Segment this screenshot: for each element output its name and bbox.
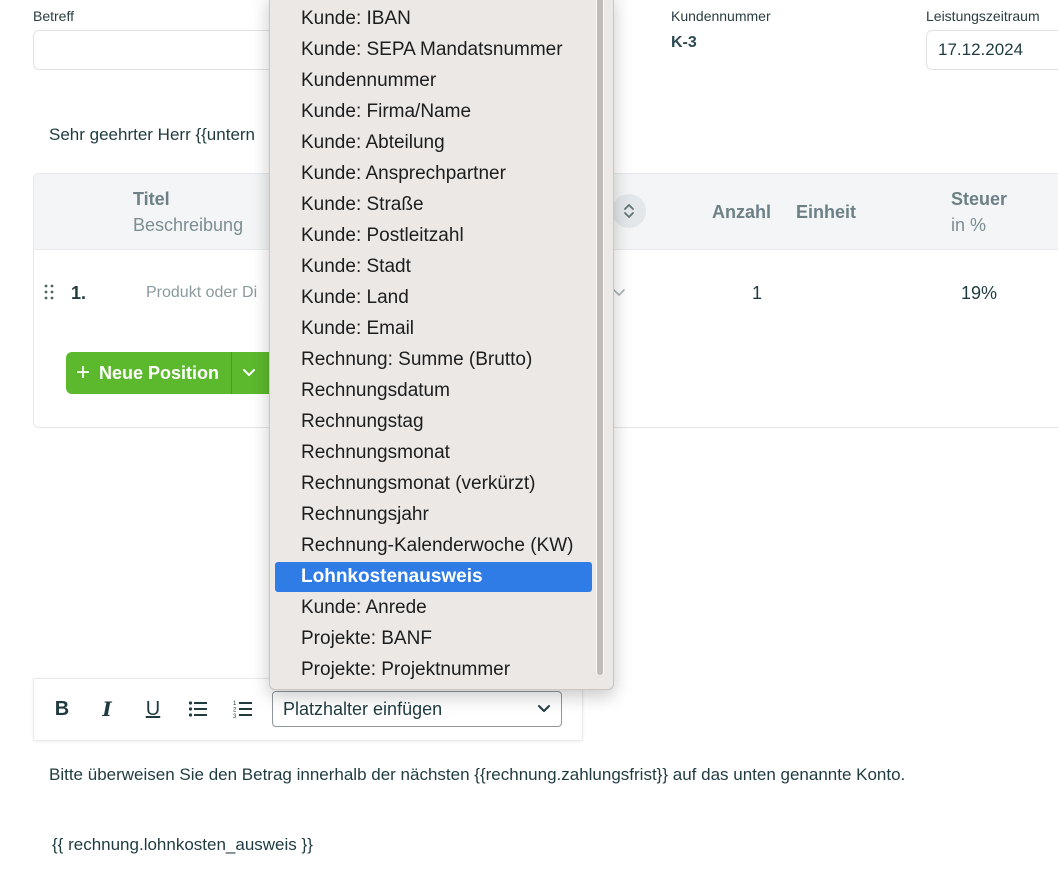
dropdown-option[interactable]: Projekte: BANF bbox=[275, 624, 592, 654]
svg-text:2: 2 bbox=[233, 708, 237, 714]
service-period-label: Leistungszeitraum bbox=[926, 8, 1040, 24]
numbered-list-icon[interactable]: 1 2 3 bbox=[228, 694, 258, 724]
plus-icon: + bbox=[76, 359, 91, 386]
new-position-button-group: + Neue Position bbox=[66, 352, 278, 394]
dropdown-option[interactable]: Kunde: IBAN bbox=[275, 4, 592, 34]
col-tax-unit: in % bbox=[951, 215, 987, 235]
dropdown-scrollbar[interactable] bbox=[596, 0, 604, 675]
dropdown-option[interactable]: Kunde: SEPA Mandatsnummer bbox=[275, 35, 592, 65]
row-number: 1. bbox=[71, 283, 87, 303]
placeholder-select[interactable]: Platzhalter einfügen bbox=[272, 691, 562, 727]
dropdown-option[interactable]: Rechnungsdatum bbox=[275, 376, 592, 406]
dropdown-option[interactable]: Lohnkostenausweis bbox=[275, 562, 592, 592]
dropdown-option[interactable]: Kunde: Straße bbox=[275, 190, 592, 220]
product-chevron-icon[interactable] bbox=[612, 284, 626, 300]
dropdown-option[interactable]: Kunde: Anrede bbox=[275, 593, 592, 623]
quantity-value[interactable]: 1 bbox=[752, 283, 762, 304]
dropdown-option[interactable]: Kunde: Email bbox=[275, 314, 592, 344]
dropdown-option[interactable]: Projekte: Projektnummer bbox=[275, 655, 592, 685]
drag-handle-icon[interactable] bbox=[44, 283, 54, 306]
sort-toggle-button[interactable] bbox=[612, 194, 646, 228]
placeholder-dropdown-list[interactable]: Kunde: IBAN Kunde: SEPA Mandatsnummer Kund… bbox=[269, 0, 614, 690]
customer-number-value: K-3 bbox=[671, 34, 697, 51]
dropdown-option[interactable]: Kunde: Abteilung bbox=[275, 128, 592, 158]
body-text-placeholder-line[interactable]: {{ rechnung.lohnkosten_ausweis }} bbox=[52, 835, 313, 855]
bold-button[interactable]: B bbox=[47, 694, 77, 724]
dropdown-option[interactable]: Rechnungsmonat (verkürzt) bbox=[275, 469, 592, 499]
italic-button[interactable]: I bbox=[92, 694, 122, 724]
dropdown-option[interactable]: Kunde: Land bbox=[275, 283, 592, 313]
tax-value[interactable]: 19% bbox=[961, 283, 997, 304]
dropdown-option[interactable]: Rechnung: Summe (Brutto) bbox=[275, 345, 592, 375]
col-title: Titel bbox=[133, 189, 170, 209]
col-description: Beschreibung bbox=[133, 215, 244, 235]
bullet-list-icon[interactable] bbox=[183, 694, 213, 724]
chevron-down-icon bbox=[538, 705, 550, 712]
underline-button[interactable]: U bbox=[138, 694, 168, 724]
customer-number-label: Kundennummer bbox=[671, 8, 771, 24]
chevron-down-icon bbox=[242, 369, 255, 376]
placeholder-select-value: Platzhalter einfügen bbox=[283, 698, 443, 719]
dropdown-option[interactable]: Rechnungsmonat bbox=[275, 438, 592, 468]
greeting-text[interactable]: Sehr geehrter Herr {{untern bbox=[49, 125, 255, 145]
sort-chevrons-icon bbox=[624, 204, 634, 218]
new-position-dropdown-toggle[interactable] bbox=[231, 352, 265, 394]
dropdown-option[interactable]: Rechnung-Kalenderwoche (KW) bbox=[275, 531, 592, 561]
dropdown-option[interactable]: Kunde: Stadt bbox=[275, 252, 592, 282]
dropdown-option[interactable]: Kundennummer bbox=[275, 66, 592, 96]
dropdown-option[interactable]: Kunde: Postleitzahl bbox=[275, 221, 592, 251]
dropdown-scrollbar-thumb[interactable] bbox=[597, 0, 603, 675]
dropdown-option[interactable]: Kunde: Ansprechpartner bbox=[275, 159, 592, 189]
dropdown-option[interactable]: Kunde: Firma/Name bbox=[275, 97, 592, 127]
new-position-label: Neue Position bbox=[99, 362, 220, 383]
col-quantity: Anzahl bbox=[712, 202, 772, 222]
svg-text:1: 1 bbox=[233, 701, 237, 707]
col-unit: Einheit bbox=[796, 202, 857, 222]
dropdown-option[interactable]: Rechnungsjahr bbox=[275, 500, 592, 530]
new-position-button[interactable]: + Neue Position bbox=[66, 352, 231, 394]
col-tax: Steuer bbox=[951, 189, 1008, 209]
body-text-line[interactable]: Bitte überweisen Sie den Betrag innerhal… bbox=[49, 765, 905, 785]
svg-text:3: 3 bbox=[233, 714, 237, 719]
dropdown-option[interactable]: Rechnungstag bbox=[275, 407, 592, 437]
subject-label: Betreff bbox=[33, 8, 74, 24]
subject-input[interactable] bbox=[33, 30, 293, 70]
service-period-input[interactable]: 17.12.2024 bbox=[926, 30, 1058, 70]
product-input[interactable]: Produkt oder Di bbox=[146, 284, 257, 302]
